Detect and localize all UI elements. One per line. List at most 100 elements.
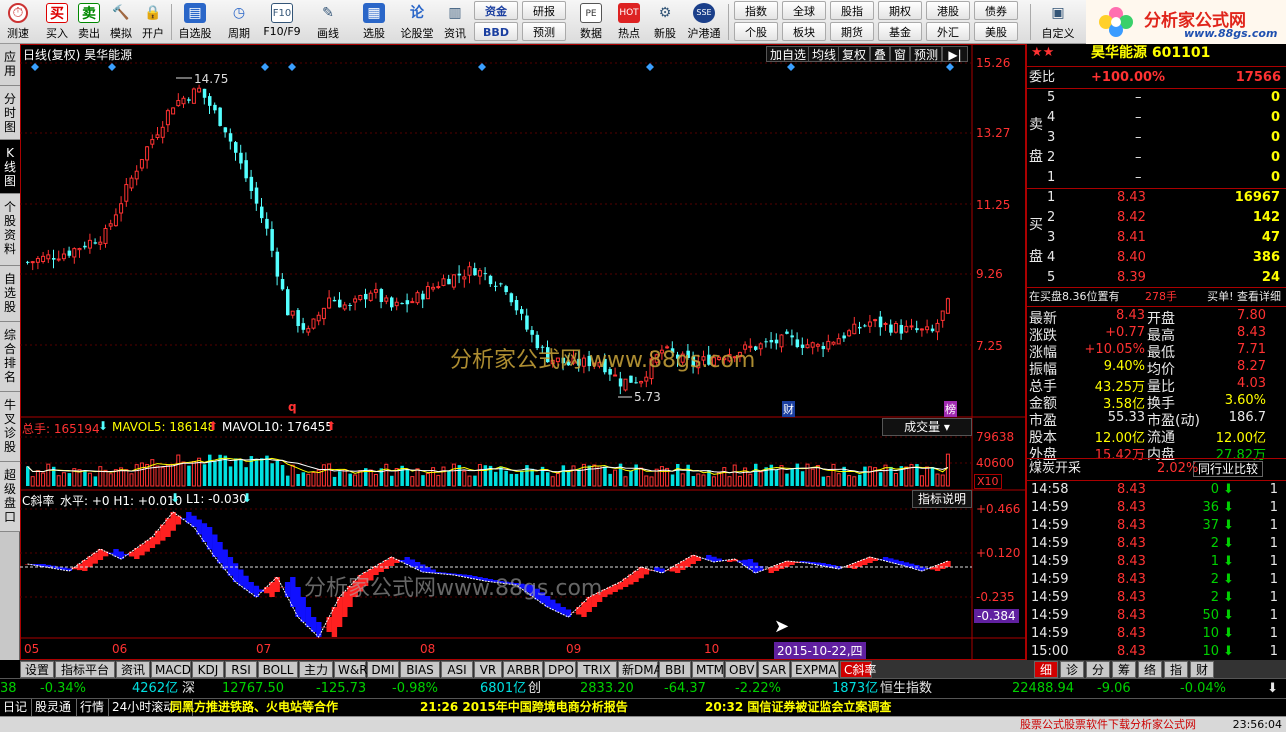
indicator-tab[interactable]: BIAS [400, 661, 440, 678]
candle-down[interactable] [878, 316, 883, 328]
candle-down[interactable] [400, 303, 404, 305]
speedtest-button[interactable]: ⏱ 测速 [2, 2, 34, 42]
forum-button[interactable]: 论 论股堂 [398, 2, 436, 42]
toolbar-forex[interactable]: 外汇 [926, 22, 970, 41]
candle-up[interactable] [56, 258, 61, 261]
candle-down[interactable] [223, 127, 228, 133]
candle-down[interactable] [270, 229, 274, 251]
buy-price[interactable]: 8.43 [1117, 190, 1146, 205]
candle-up[interactable] [119, 203, 124, 214]
finance-marker[interactable]: 财 [782, 401, 795, 417]
candle-up[interactable] [893, 323, 898, 333]
candle-down[interactable] [473, 268, 477, 276]
indicator-tab[interactable]: VR [474, 661, 502, 678]
event-diamond-icon[interactable] [646, 63, 654, 71]
hk-connect-button[interactable]: SSE 沪港通 [684, 2, 724, 42]
candle-up[interactable] [150, 139, 155, 145]
ticker-down-arrow-icon[interactable]: ⬇ [1267, 679, 1278, 699]
candle-down[interactable] [280, 279, 285, 290]
candle-up[interactable] [384, 297, 389, 302]
candle-up[interactable] [327, 297, 332, 309]
candle-down[interactable] [26, 261, 30, 263]
candle-down[interactable] [504, 286, 508, 293]
volume-indicator-dropdown[interactable]: 成交量 ▾ [882, 418, 972, 436]
candle-down[interactable] [514, 300, 519, 311]
candle-up[interactable] [113, 214, 118, 227]
indicator-tab[interactable]: BBI [659, 661, 691, 678]
candle-up[interactable] [368, 292, 373, 301]
candle-down[interactable] [618, 378, 623, 387]
candle-up[interactable] [342, 304, 347, 310]
sell-price[interactable]: – [1135, 170, 1142, 185]
toolbar-stock[interactable]: 个股 [734, 22, 778, 41]
candle-up[interactable] [124, 184, 129, 202]
candle-up[interactable] [815, 344, 820, 347]
candle-up[interactable] [623, 378, 628, 391]
event-diamond-icon[interactable] [787, 63, 795, 71]
candle-down[interactable] [629, 375, 633, 383]
ranking-marker[interactable]: 榜 [944, 401, 957, 417]
kline-chart-area[interactable]: 日线(复权) 昊华能源 加自选 均线 复权 叠 窗 预测 ▶| 15.26 13… [20, 44, 1026, 660]
candle-down[interactable] [447, 278, 451, 285]
candle-down[interactable] [332, 299, 337, 302]
candle-down[interactable] [296, 310, 300, 327]
candle-up[interactable] [805, 344, 810, 349]
favorite-stars-icon[interactable]: ★★ [1031, 44, 1054, 62]
candle-up[interactable] [191, 88, 196, 104]
indicator-tab[interactable]: BOLL [258, 661, 298, 678]
candle-down[interactable] [52, 258, 56, 260]
candle-down[interactable] [842, 335, 846, 339]
indicator-tab[interactable]: C斜率 [840, 661, 876, 678]
toolbar-bonds[interactable]: 债券 [974, 1, 1018, 20]
candle-down[interactable] [499, 283, 503, 285]
candle-down[interactable] [790, 335, 794, 338]
candle-up[interactable] [321, 307, 326, 320]
indicator-tab[interactable]: SAR [758, 661, 790, 678]
candle-down[interactable] [785, 331, 789, 334]
candle-up[interactable] [441, 278, 446, 286]
candle-up[interactable] [919, 328, 924, 331]
candle-up[interactable] [867, 321, 872, 327]
candle-down[interactable] [795, 339, 800, 348]
candle-up[interactable] [30, 261, 35, 264]
indicator-help-button[interactable]: 指标说明 [912, 490, 972, 508]
candle-down[interactable] [769, 340, 774, 343]
indicator-tab[interactable]: W&R [334, 661, 368, 678]
right-panel-tab[interactable]: 细 [1034, 661, 1058, 678]
candle-down[interactable] [405, 300, 410, 305]
candle-down[interactable] [483, 273, 488, 275]
candle-down[interactable] [634, 382, 638, 384]
data-button[interactable]: PE 数据 [574, 2, 608, 42]
candle-up[interactable] [831, 341, 836, 345]
toolbar-research[interactable]: 研报 [522, 1, 566, 20]
vtab-diagnosis[interactable]: 牛叉诊股 [0, 392, 20, 462]
buy-price[interactable]: 8.39 [1117, 270, 1146, 285]
event-diamond-icon[interactable] [946, 63, 954, 71]
toolbar-capital[interactable]: 资金 [474, 1, 518, 20]
event-diamond-icon[interactable] [108, 63, 116, 71]
indicator-tab[interactable]: MACD [151, 661, 191, 678]
candle-up[interactable] [909, 325, 914, 328]
candle-down[interactable] [858, 326, 862, 329]
indicator-tab[interactable]: OBV [725, 661, 757, 678]
candle-up[interactable] [134, 170, 139, 180]
event-diamond-icon[interactable] [288, 63, 296, 71]
right-panel-tab[interactable]: 筹 [1112, 661, 1136, 678]
candle-up[interactable] [41, 255, 46, 263]
candle-down[interactable] [239, 152, 243, 164]
candle-up[interactable] [431, 286, 436, 290]
sector-name[interactable]: 煤炭开采 [1029, 460, 1081, 478]
buy-price[interactable]: 8.41 [1117, 230, 1146, 245]
candle-down[interactable] [67, 250, 72, 256]
candle-up[interactable] [639, 380, 644, 384]
candle-up[interactable] [477, 270, 482, 277]
candle-up[interactable] [883, 322, 888, 325]
candle-down[interactable] [457, 273, 462, 276]
candle-up[interactable] [108, 223, 113, 227]
news-button[interactable]: ▥ 资讯 [440, 2, 470, 42]
add-watchlist-button[interactable]: 加自选 [766, 46, 811, 62]
f10-button[interactable]: F10 F10/F9 [260, 2, 304, 42]
right-panel-tab[interactable]: 财 [1190, 661, 1214, 678]
watchlist-button[interactable]: ▤ 自选股 [175, 2, 215, 42]
candle-down[interactable] [301, 323, 306, 330]
